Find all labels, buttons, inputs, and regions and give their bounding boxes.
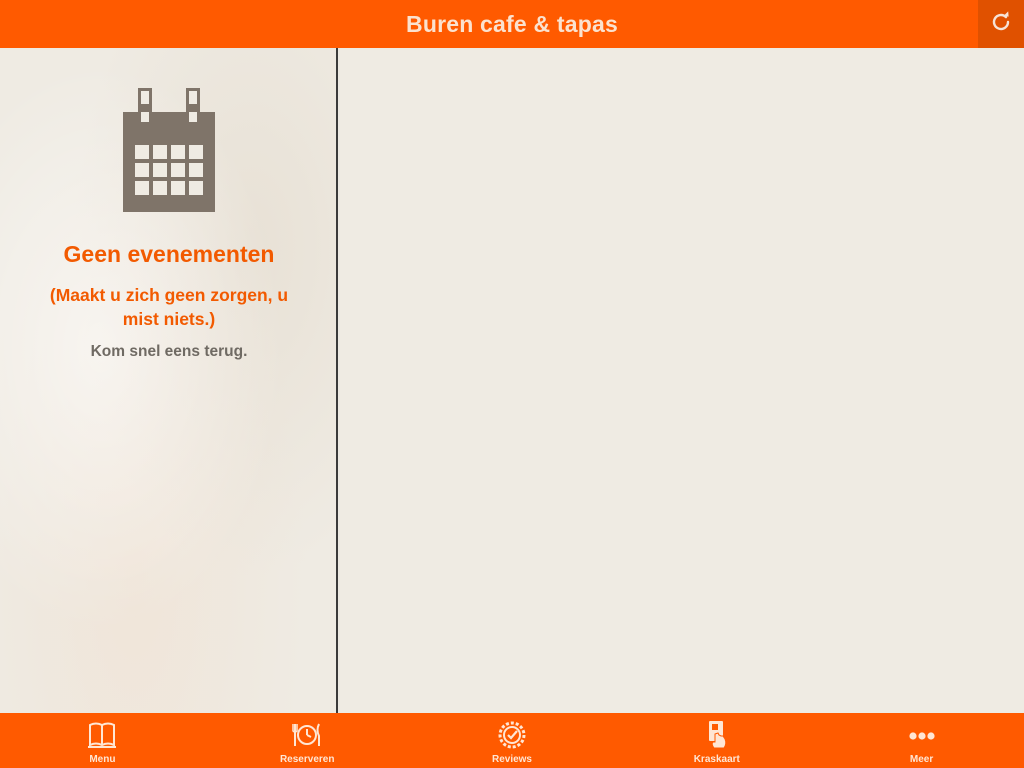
refresh-icon xyxy=(989,10,1013,39)
refresh-button[interactable] xyxy=(978,0,1024,48)
more-dots-icon xyxy=(906,720,938,750)
scratch-card-icon xyxy=(701,720,733,750)
no-events-subtitle: (Maakt u zich geen zorgen, u mist niets.… xyxy=(49,285,289,329)
nav-label-reserveren: Reserveren xyxy=(279,754,335,765)
nav-item-menu[interactable]: Menu xyxy=(0,713,205,768)
badge-check-icon xyxy=(496,720,528,750)
no-events-hint: Kom snel eens terug. xyxy=(90,343,248,360)
nav-label-kraskaart: Kraskaart xyxy=(693,754,740,765)
nav-item-meer[interactable]: Meer xyxy=(819,713,1024,768)
book-icon xyxy=(86,720,118,750)
nav-label-reviews: Reviews xyxy=(491,754,532,765)
no-events-title: Geen evenementen xyxy=(63,241,275,267)
detail-panel xyxy=(340,48,1024,713)
nav-label-meer: Meer xyxy=(909,754,934,765)
top-bar: Buren cafe & tapas xyxy=(0,0,1024,48)
bottom-nav: Menu Reserveren Reviews Kraskaart Meer xyxy=(0,713,1024,768)
plate-clock-icon xyxy=(291,720,323,750)
events-panel: Geen evenementen (Maakt u zich geen zorg… xyxy=(0,48,338,713)
app-root: Buren cafe & tapas Geen evenementen (Maa… xyxy=(0,0,1024,768)
app-title: Buren cafe & tapas xyxy=(406,10,618,37)
nav-label-menu: Menu xyxy=(89,754,116,765)
nav-item-kraskaart[interactable]: Kraskaart xyxy=(614,713,819,768)
nav-item-reviews[interactable]: Reviews xyxy=(410,713,615,768)
calendar-icon xyxy=(123,88,215,212)
nav-item-reserveren[interactable]: Reserveren xyxy=(205,713,410,768)
